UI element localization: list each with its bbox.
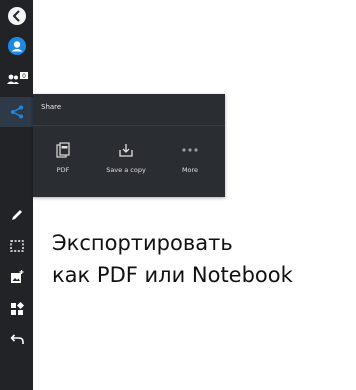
- more-dots-icon: [182, 148, 198, 152]
- more-option[interactable]: More: [160, 142, 220, 182]
- back-button[interactable]: [0, 1, 33, 31]
- select-tool[interactable]: [0, 231, 33, 261]
- pen-icon: [11, 210, 22, 220]
- participants-icon: 0: [6, 72, 28, 84]
- select-icon: [9, 240, 24, 252]
- more-label: More: [181, 166, 199, 174]
- pdf-file-icon: [56, 142, 70, 158]
- avatar-icon: [7, 37, 26, 55]
- caption-line-1: Экспортировать: [52, 231, 233, 255]
- share-icon: [10, 105, 23, 119]
- caption-line-2: как PDF или Notebook: [52, 263, 293, 287]
- share-panel-header: Share: [33, 94, 225, 126]
- participants-button[interactable]: 0: [0, 64, 33, 94]
- export-pdf-option[interactable]: PDF: [33, 142, 93, 182]
- add-image-tool[interactable]: [0, 262, 33, 292]
- download-tray-icon: [119, 144, 133, 157]
- share-panel: Share PDF Save a copy More: [33, 94, 225, 197]
- avatar-button[interactable]: [0, 31, 33, 61]
- save-copy-label: Save a copy: [106, 166, 146, 174]
- save-copy-option[interactable]: Save a copy: [96, 142, 156, 182]
- caption: Экспортировать как PDF или Notebook: [52, 227, 352, 291]
- add-image-icon: [10, 270, 23, 283]
- count-badge-text: 0: [22, 73, 26, 80]
- left-toolbar: 0: [0, 0, 33, 390]
- share-button[interactable]: [0, 97, 33, 127]
- pen-tool[interactable]: [0, 200, 33, 230]
- back-arrow-icon: [7, 7, 26, 25]
- share-panel-title: Share: [41, 103, 62, 111]
- undo-button[interactable]: [0, 325, 33, 355]
- export-pdf-label: PDF: [56, 166, 70, 174]
- add-widget-tool[interactable]: [0, 294, 33, 324]
- undo-icon: [10, 334, 24, 344]
- add-widget-icon: [10, 301, 24, 315]
